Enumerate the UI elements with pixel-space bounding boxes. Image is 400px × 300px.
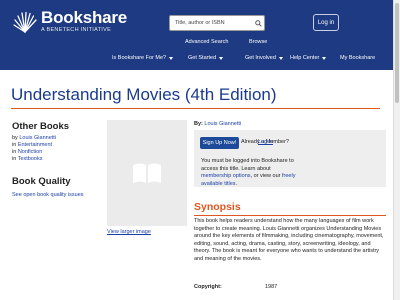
other-books-item: in Nonfiction	[12, 149, 42, 156]
search-box	[169, 15, 265, 31]
nav-label: Is Bookshare For Me?	[112, 55, 167, 61]
nav-label: Get Involved	[245, 55, 276, 61]
nav-get-started[interactable]: Get Started	[188, 55, 224, 61]
signup-panel: Sign Up Now! Already a Member? Log in Yo…	[194, 130, 386, 187]
login-button[interactable]: Log in	[313, 14, 339, 31]
book-cover-placeholder[interactable]	[107, 120, 187, 226]
nav-get-involved[interactable]: Get Involved	[245, 55, 283, 61]
nav-is-bookshare-for-me[interactable]: Is Bookshare For Me?	[112, 55, 174, 61]
page-scrollbar[interactable]	[393, 0, 400, 300]
view-larger-image-link[interactable]: View larger image	[107, 229, 151, 235]
advanced-search-link[interactable]: Advanced Search	[185, 39, 228, 45]
message-text: , or view our	[250, 173, 283, 179]
title-divider	[11, 108, 380, 109]
bookshare-logo[interactable]: Bookshare A BENETECH INITIATIVE	[12, 9, 127, 34]
chevron-down-icon	[219, 56, 224, 60]
nav-my-bookshare[interactable]: My Bookshare	[340, 55, 375, 61]
message-text: .	[235, 180, 238, 187]
other-books-item: in Textbooks	[12, 156, 42, 163]
other-books-item: in Entertainment	[12, 142, 52, 149]
chevron-down-icon	[322, 56, 327, 60]
other-books-heading: Other Books	[12, 121, 70, 132]
search-input[interactable]	[170, 17, 252, 29]
page-title: Understanding Movies (4th Edition)	[11, 85, 277, 104]
membership-options-link[interactable]: membership options	[201, 173, 251, 179]
book-quality-heading: Book Quality	[12, 176, 71, 187]
message-text: You must be logged into Bookshare to acc…	[201, 158, 294, 172]
synopsis-divider	[194, 215, 386, 216]
quality-issues-link[interactable]: See open book quality issues	[12, 192, 84, 198]
logo-fan-icon	[13, 11, 37, 33]
synopsis-text: This book helps readers understand how t…	[194, 218, 384, 262]
synopsis-heading: Synopsis	[194, 201, 241, 213]
author-link[interactable]: Louis Giannetti	[204, 121, 241, 127]
sign-up-button[interactable]: Sign Up Now!	[200, 137, 239, 149]
chevron-down-icon	[169, 56, 174, 60]
nav-label: Help Center	[290, 55, 320, 61]
logo-name: Bookshare	[41, 8, 128, 27]
chevron-down-icon	[278, 56, 283, 60]
login-link[interactable]: Log in	[258, 139, 273, 145]
by-label: By:	[194, 121, 203, 127]
nav-label: My Bookshare	[340, 55, 376, 61]
other-books-item: by Louis Giannetti	[12, 135, 56, 142]
copyright-label: Copyright:	[194, 284, 222, 290]
category-link-textbooks[interactable]: Textbooks	[18, 156, 43, 162]
nav-help-center[interactable]: Help Center	[290, 55, 327, 61]
category-link-nonfiction[interactable]: Nonfiction	[18, 149, 42, 155]
nav-label: Get Started	[188, 55, 217, 61]
search-icon	[254, 19, 262, 27]
quality-issues-item: See open book quality issues	[12, 192, 84, 199]
copyright-value: 1987	[265, 284, 278, 290]
login-required-message: You must be logged into Bookshare to acc…	[201, 158, 301, 188]
author-line: By: Louis Giannetti	[194, 121, 241, 127]
author-books-link[interactable]: Louis Giannetti	[19, 135, 56, 141]
open-book-icon	[133, 163, 161, 183]
search-button[interactable]	[252, 17, 264, 29]
logo-tagline: A BENETECH INITIATIVE	[41, 27, 112, 33]
category-link-entertainment[interactable]: Entertainment	[18, 142, 52, 148]
site-header: Bookshare A BENETECH INITIATIVE Log in A…	[0, 0, 393, 70]
browse-link[interactable]: Browse	[249, 39, 267, 45]
scrollbar-thumb[interactable]	[395, 3, 399, 103]
